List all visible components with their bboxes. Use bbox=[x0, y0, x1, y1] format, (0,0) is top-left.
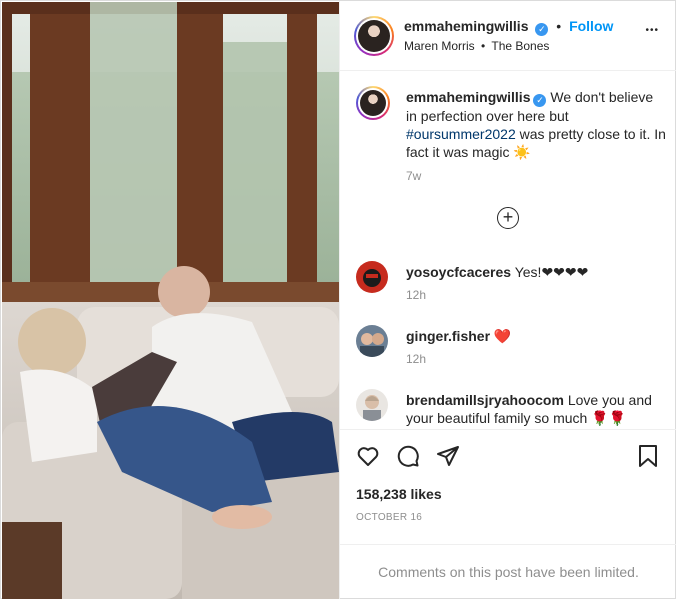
comment-item: yosoycfcaceres Yes!❤❤❤❤ 12h bbox=[356, 261, 666, 305]
comment-time: 12h bbox=[406, 352, 427, 366]
follow-button[interactable]: Follow bbox=[569, 18, 613, 34]
post-date[interactable]: OCTOBER 16 bbox=[356, 512, 422, 523]
verified-badge-icon: ✓ bbox=[535, 23, 549, 36]
comments-limited-notice: Comments on this post have been limited. bbox=[340, 544, 676, 599]
caption-username[interactable]: emmahemingwillis bbox=[406, 89, 530, 105]
instagram-post-modal: emmahemingwillis ✓ • Follow Maren Morris… bbox=[0, 0, 676, 599]
comment-bubble-icon[interactable] bbox=[396, 444, 420, 468]
comment-item: brendamillsjryahoocom Love you and your … bbox=[356, 389, 666, 429]
post-side-panel: emmahemingwillis ✓ • Follow Maren Morris… bbox=[339, 1, 676, 599]
post-actions: 158,238 likes OCTOBER 16 bbox=[340, 429, 676, 544]
like-heart-icon[interactable] bbox=[356, 444, 380, 468]
caption-hashtag[interactable]: #oursummer2022 bbox=[406, 126, 516, 142]
comment-item: ginger.fisher ❤️ 12h bbox=[356, 325, 666, 369]
audio-separator: • bbox=[481, 39, 486, 53]
caption-time: 7w bbox=[406, 169, 422, 183]
caption: emmahemingwillis ✓ We don't believe in pe… bbox=[356, 86, 666, 186]
share-paper-plane-icon[interactable] bbox=[436, 444, 460, 468]
more-options-icon[interactable]: ••• bbox=[645, 25, 659, 36]
comment-time: 12h bbox=[406, 288, 427, 302]
commenter-avatar[interactable] bbox=[356, 389, 388, 421]
commenter-avatar[interactable] bbox=[356, 325, 388, 357]
likes-count[interactable]: 158,238 likes bbox=[356, 486, 442, 502]
audio-artist[interactable]: Maren Morris bbox=[404, 39, 475, 53]
comment-text: ❤️ bbox=[493, 328, 512, 344]
load-more-comments-icon[interactable]: + bbox=[497, 207, 519, 229]
post-header: emmahemingwillis ✓ • Follow Maren Morris… bbox=[340, 1, 676, 71]
post-photo[interactable] bbox=[2, 2, 339, 599]
caption-avatar[interactable] bbox=[356, 86, 390, 120]
comment-username[interactable]: ginger.fisher bbox=[406, 328, 490, 344]
commenter-avatar[interactable] bbox=[356, 261, 388, 293]
separator-dot: • bbox=[556, 18, 562, 34]
comment-username[interactable]: brendamillsjryahoocom bbox=[406, 392, 564, 408]
author-username[interactable]: emmahemingwillis bbox=[404, 18, 528, 34]
comment-username[interactable]: yosoycfcaceres bbox=[406, 264, 511, 280]
save-bookmark-icon[interactable] bbox=[637, 444, 659, 468]
author-avatar[interactable] bbox=[354, 16, 394, 56]
verified-badge-icon: ✓ bbox=[533, 94, 547, 107]
audio-track[interactable]: The Bones bbox=[491, 39, 549, 53]
comment-text: Yes!❤❤❤❤ bbox=[514, 264, 589, 280]
